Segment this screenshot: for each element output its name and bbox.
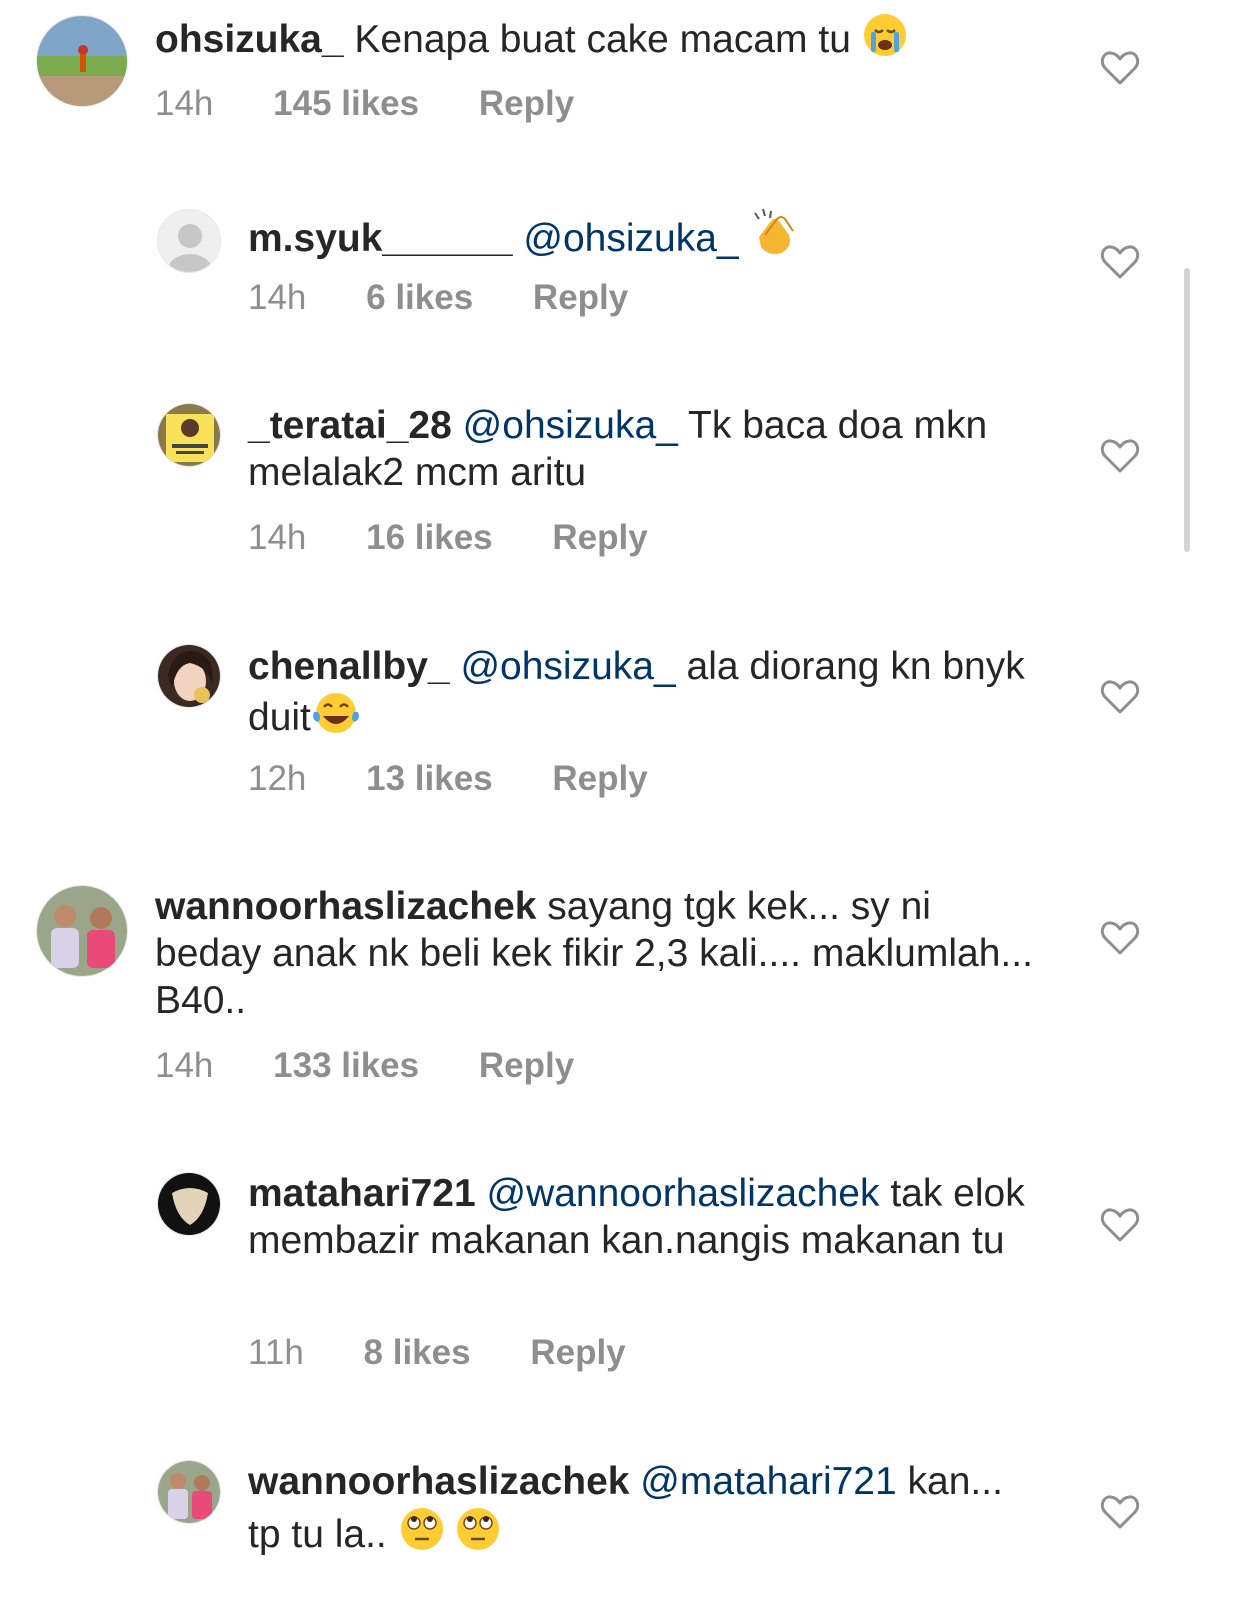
comment-username[interactable]: _teratai_28: [248, 404, 452, 447]
avatar[interactable]: [157, 1172, 221, 1236]
reply-button[interactable]: Reply: [479, 1046, 574, 1085]
comment-likes[interactable]: 133 likes: [273, 1046, 419, 1085]
heart-icon[interactable]: [1100, 50, 1140, 86]
comment-time: 14h: [248, 518, 307, 557]
comment-likes[interactable]: 16 likes: [366, 518, 493, 557]
comment-time: 14h: [155, 84, 214, 123]
comment-likes[interactable]: 13 likes: [366, 759, 493, 798]
comment-username[interactable]: wannoorhaslizachek: [248, 1460, 629, 1503]
heart-icon[interactable]: [1100, 438, 1140, 474]
reply-button[interactable]: Reply: [533, 278, 628, 317]
comment-username[interactable]: wannoorhaslizachek: [155, 885, 536, 928]
mention-link[interactable]: @ohsizuka_: [463, 404, 678, 447]
avatar[interactable]: [157, 1460, 221, 1524]
comment-likes[interactable]: 8 likes: [364, 1333, 471, 1372]
comment-likes[interactable]: 6 likes: [366, 278, 473, 317]
mention-link[interactable]: @matahari721: [640, 1460, 896, 1503]
reply-button[interactable]: Reply: [530, 1333, 625, 1372]
reply-button[interactable]: Reply: [479, 84, 574, 123]
heart-icon[interactable]: [1100, 679, 1140, 715]
avatar[interactable]: [157, 403, 221, 467]
comment-time: 12h: [248, 759, 307, 798]
mention-link[interactable]: @ohsizuka_: [523, 217, 738, 260]
scrollbar[interactable]: [1184, 268, 1190, 552]
comment-username[interactable]: chenallby_: [248, 645, 450, 688]
comment-likes[interactable]: 145 likes: [273, 84, 419, 123]
comment-time: 14h: [248, 278, 307, 317]
heart-icon[interactable]: [1100, 244, 1140, 280]
mention-link[interactable]: @wannoorhaslizachek: [486, 1172, 879, 1215]
avatar[interactable]: [157, 644, 221, 708]
avatar[interactable]: [36, 15, 128, 107]
comment-username[interactable]: m.syuk______: [248, 217, 513, 260]
comment-time: 14h: [155, 1046, 214, 1085]
mention-link[interactable]: @ohsizuka_: [460, 645, 675, 688]
comment-text: Kenapa buat cake macam tu: [354, 18, 851, 61]
avatar[interactable]: [157, 209, 221, 273]
heart-icon[interactable]: [1100, 1207, 1140, 1243]
comment-time: 11h: [248, 1333, 304, 1372]
clapping-hands-emoji: [749, 207, 801, 268]
reply-button[interactable]: Reply: [552, 759, 647, 798]
comment-username[interactable]: ohsizuka_: [155, 18, 344, 61]
avatar[interactable]: [36, 885, 128, 977]
reply-button[interactable]: Reply: [552, 518, 647, 557]
comment-username[interactable]: matahari721: [248, 1172, 476, 1215]
eye-roll-emoji: [398, 1505, 502, 1564]
crying-emoji: [862, 12, 908, 69]
heart-icon[interactable]: [1100, 1494, 1140, 1530]
tears-of-joy-emoji: [311, 690, 361, 747]
heart-icon[interactable]: [1100, 920, 1140, 956]
